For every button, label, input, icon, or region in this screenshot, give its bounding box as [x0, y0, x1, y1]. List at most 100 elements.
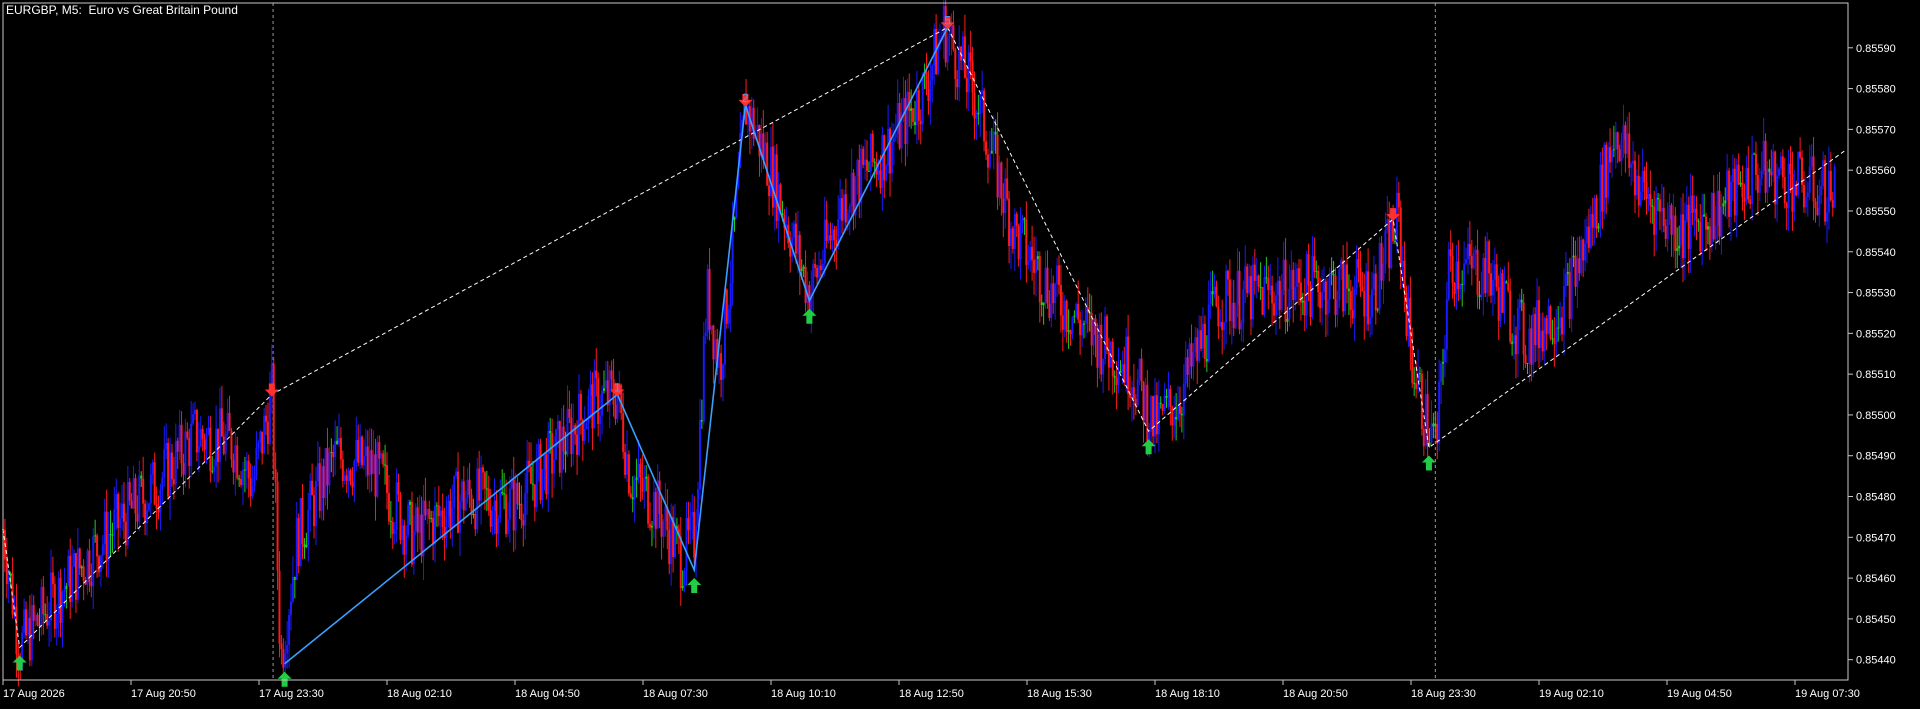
- candle-body: [1163, 396, 1166, 411]
- candle-body: [906, 91, 909, 144]
- candle-body: [209, 427, 212, 472]
- candle-body: [1787, 163, 1790, 208]
- candle-body: [629, 493, 632, 498]
- price-chart[interactable]: 1 2 5 0.85590 0.85580 0.85570 0.85560 0.85550 0…: [0, 0, 1920, 704]
- candle-body: [768, 185, 771, 196]
- candle-body: [236, 445, 239, 479]
- candle-body: [1259, 286, 1262, 288]
- candle-body: [1307, 254, 1310, 286]
- candle-body: [929, 80, 932, 102]
- candle-body: [1015, 213, 1018, 226]
- candle-body: [877, 170, 880, 175]
- candle-body: [1017, 225, 1020, 260]
- candle-body: [111, 534, 114, 536]
- candle-body: [424, 500, 427, 516]
- candle-body: [1094, 318, 1097, 335]
- candle-body: [1639, 191, 1642, 206]
- candle-body: [119, 518, 122, 528]
- candle-body: [948, 33, 951, 38]
- candle-body: [115, 494, 118, 510]
- candle-body: [530, 466, 532, 484]
- candle-body: [1013, 213, 1016, 249]
- candle-body: [1332, 274, 1335, 276]
- candle-body: [1353, 288, 1356, 319]
- candle-body: [316, 463, 319, 481]
- candle-body: [1342, 260, 1345, 312]
- candle-body: [1466, 243, 1469, 260]
- candle-body: [153, 462, 156, 505]
- candle-body: [435, 505, 438, 507]
- candle-body: [610, 370, 613, 380]
- candle-body: [1453, 282, 1456, 294]
- candle-body: [979, 94, 982, 115]
- candle-body: [1357, 259, 1360, 268]
- candle-body: [1029, 246, 1032, 262]
- candle-body: [1334, 275, 1337, 315]
- candle-body: [1263, 277, 1266, 315]
- candle-body: [1726, 170, 1729, 201]
- candle-body: [1315, 270, 1318, 272]
- candle-body: [326, 448, 329, 486]
- candle-body: [1645, 182, 1648, 199]
- candle-body: [645, 476, 648, 479]
- candle-body: [1520, 299, 1523, 303]
- candle-body: [1666, 219, 1669, 239]
- candle-body: [1616, 132, 1619, 150]
- candle-body: [904, 98, 907, 144]
- candle-body: [566, 408, 569, 455]
- candle-body: [892, 137, 895, 142]
- candle-body: [1614, 132, 1617, 150]
- candle-body: [733, 217, 736, 220]
- candle-body: [1344, 264, 1347, 312]
- candle-body: [1693, 208, 1696, 213]
- candle-body: [514, 482, 517, 531]
- candle-body: [226, 412, 229, 434]
- candle-body: [140, 475, 143, 479]
- candle-body: [1753, 153, 1756, 155]
- candle-body: [1764, 140, 1767, 193]
- candle-body: [397, 482, 400, 495]
- candle-body: [1363, 291, 1366, 317]
- candle-body: [188, 437, 191, 467]
- candle-body: [543, 454, 546, 469]
- candle-body: [180, 424, 183, 464]
- candle-body: [291, 577, 294, 602]
- candle-body: [1762, 140, 1765, 171]
- candle-body: [852, 172, 855, 216]
- candle-body: [1198, 330, 1201, 361]
- time-tick-label: 18 Aug 10:10: [771, 688, 836, 700]
- candle-body: [165, 442, 168, 450]
- candle-body: [1326, 299, 1329, 315]
- candle-body: [1438, 381, 1441, 444]
- candle-body: [551, 433, 554, 474]
- candle-body: [1685, 204, 1688, 221]
- candle-body: [1833, 166, 1836, 208]
- candle-body: [387, 492, 390, 521]
- price-tick-label: 0.85520: [1856, 328, 1896, 340]
- candle-body: [1501, 273, 1504, 313]
- candle-body: [599, 415, 602, 424]
- candle-body: [1657, 197, 1660, 200]
- candle-body: [729, 283, 732, 309]
- candle-body: [128, 482, 131, 501]
- candle-body: [201, 429, 204, 440]
- candle-body: [1403, 260, 1406, 293]
- candle-body: [1347, 288, 1350, 292]
- candle-body: [1649, 194, 1652, 206]
- candle-body: [51, 572, 54, 585]
- candle-body: [1831, 200, 1834, 208]
- candle-body: [1628, 133, 1631, 168]
- chart-window[interactable]: 1 2 5 0.85590 0.85580 0.85570 0.85560 0.85550 0…: [0, 0, 1920, 704]
- candle-body: [1178, 405, 1181, 414]
- candle-body: [1075, 303, 1078, 316]
- candle-body: [169, 452, 172, 497]
- candle-body: [443, 526, 446, 538]
- candle-body: [585, 423, 588, 430]
- candle-body: [1140, 358, 1143, 382]
- candle-body: [506, 519, 509, 535]
- candle-body: [1246, 266, 1249, 294]
- candle-body: [616, 395, 619, 420]
- candle-body: [1445, 299, 1448, 350]
- candle-body: [1605, 144, 1608, 198]
- candle-body: [1680, 214, 1683, 246]
